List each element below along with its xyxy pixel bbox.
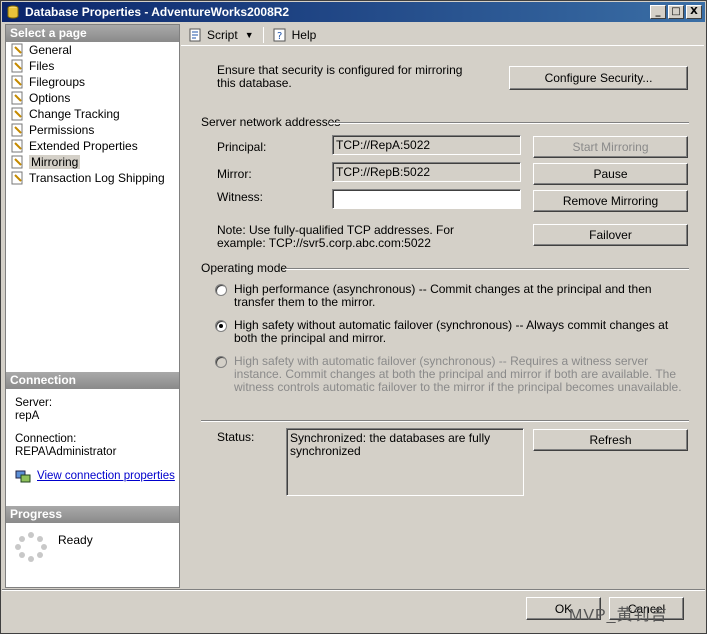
progress-status: Ready [58,533,93,547]
footer-divider [2,589,705,591]
connection-properties-icon [15,470,31,483]
principal-label: Principal: [217,140,267,154]
radio-high-performance[interactable] [215,284,227,296]
server-value: repA [15,410,40,422]
help-icon: ? [273,28,286,42]
mode-high-safety-no-failover[interactable]: High safety without automatic failover (… [215,319,683,345]
configure-security-button[interactable]: Configure Security... [509,66,688,90]
status-label: Status: [217,430,255,444]
witness-address-field[interactable] [332,189,521,209]
mode-high-safety-auto-failover: High safety with automatic failover (syn… [215,355,683,394]
dialog-window: Database Properties - AdventureWorks2008… [0,0,707,634]
group-divider [201,420,689,422]
help-button[interactable]: ? Help [269,28,321,42]
pause-button[interactable]: Pause [533,163,688,185]
security-note: Ensure that security is configured for m… [217,63,463,90]
connection-label: Connection: [15,433,77,445]
failover-button[interactable]: Failover [533,224,688,246]
witness-label: Witness: [217,190,264,204]
toolbar: Script ▼ ? Help [181,24,704,46]
server-label: Server: [15,397,53,409]
page-item-filegroups[interactable]: Filegroups [9,74,177,90]
page-item-extended-properties[interactable]: Extended Properties [9,138,177,154]
chevron-down-icon[interactable]: ▼ [245,30,254,40]
page-icon [11,123,23,137]
svg-text:?: ? [277,31,282,42]
connection-header: Connection [6,372,179,389]
connection-info: Server: repA Connection: REPA\Administra… [15,397,175,483]
radio-high-safety-no-failover[interactable] [215,320,227,332]
page-list: General Files Filegroups Options Change … [9,42,177,186]
database-icon [7,5,19,19]
watermark-text: MVP_黄钊吉 [569,607,668,624]
page-item-options[interactable]: Options [9,90,177,106]
close-button[interactable]: X [686,5,702,19]
page-icon [11,171,23,185]
page-icon [11,43,23,57]
connection-value: REPA\Administrator [15,446,117,458]
page-item-permissions[interactable]: Permissions [9,122,177,138]
left-pane: Select a page General Files Filegroups O… [5,24,180,588]
page-item-mirroring[interactable]: Mirroring [9,154,177,170]
group-divider [285,268,689,270]
group-divider [329,122,689,124]
remove-mirroring-button[interactable]: Remove Mirroring [533,190,688,212]
page-item-change-tracking[interactable]: Change Tracking [9,106,177,122]
address-note: Note: Use fully-qualified TCP addresses.… [217,223,454,250]
radio-high-safety-auto-failover [215,356,227,368]
window-title: Database Properties - AdventureWorks2008… [25,5,290,19]
page-icon [11,75,23,89]
view-connection-properties-link[interactable]: View connection properties [37,470,175,483]
title-bar[interactable]: Database Properties - AdventureWorks2008… [2,2,705,22]
refresh-button[interactable]: Refresh [533,429,688,451]
progress-header: Progress [6,506,179,523]
page-icon [11,107,23,121]
script-icon [189,28,201,41]
page-icon [11,139,23,153]
page-item-files[interactable]: Files [9,58,177,74]
page-icon [11,59,23,73]
page-icon [11,91,23,105]
progress-area: Ready [14,531,174,563]
page-item-transaction-log-shipping[interactable]: Transaction Log Shipping [9,170,177,186]
select-page-header: Select a page [6,25,179,42]
start-mirroring-button[interactable]: Start Mirroring [533,136,688,158]
page-item-general[interactable]: General [9,42,177,58]
page-icon [11,155,23,169]
operating-mode-header: Operating mode [201,261,288,275]
principal-address-field[interactable]: TCP://RepA:5022 [332,135,521,155]
script-button[interactable]: Script ▼ [184,28,258,42]
maximize-button[interactable]: □ [668,5,684,19]
mirroring-page: Ensure that security is configured for m… [181,49,704,588]
progress-spinner-icon [15,532,47,562]
server-network-header: Server network addresses [201,115,341,129]
main-pane: Script ▼ ? Help Ensure that security is … [181,24,704,588]
toolbar-separator [262,26,264,43]
status-value: Synchronized: the databases are fully sy… [286,428,524,496]
mirror-address-field[interactable]: TCP://RepB:5022 [332,162,521,182]
mirror-label: Mirror: [217,167,252,181]
minimize-button[interactable]: _ [650,5,666,19]
mode-high-performance[interactable]: High performance (asynchronous) -- Commi… [215,283,683,309]
